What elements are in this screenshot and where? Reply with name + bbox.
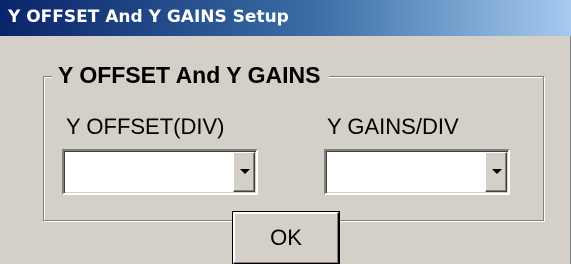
- y-gains-label: Y GAINS/DIV: [327, 114, 459, 139]
- y-gains-dropdown-button[interactable]: [485, 152, 507, 192]
- ok-button[interactable]: OK: [232, 211, 340, 264]
- chevron-down-icon: [492, 169, 502, 174]
- y-offset-label: Y OFFSET(DIV): [66, 114, 225, 139]
- y-offset-dropdown[interactable]: [62, 149, 258, 195]
- window-title: Y OFFSET And Y GAINS Setup: [8, 7, 289, 27]
- y-offset-dropdown-button[interactable]: [233, 152, 255, 192]
- y-gains-dropdown[interactable]: [324, 149, 510, 195]
- dialog-window: Y OFFSET And Y GAINS Setup Y OFFSET And …: [0, 0, 571, 264]
- title-bar[interactable]: Y OFFSET And Y GAINS Setup: [0, 0, 571, 36]
- groupbox-legend: Y OFFSET And Y GAINS: [52, 61, 330, 89]
- chevron-down-icon: [240, 169, 250, 174]
